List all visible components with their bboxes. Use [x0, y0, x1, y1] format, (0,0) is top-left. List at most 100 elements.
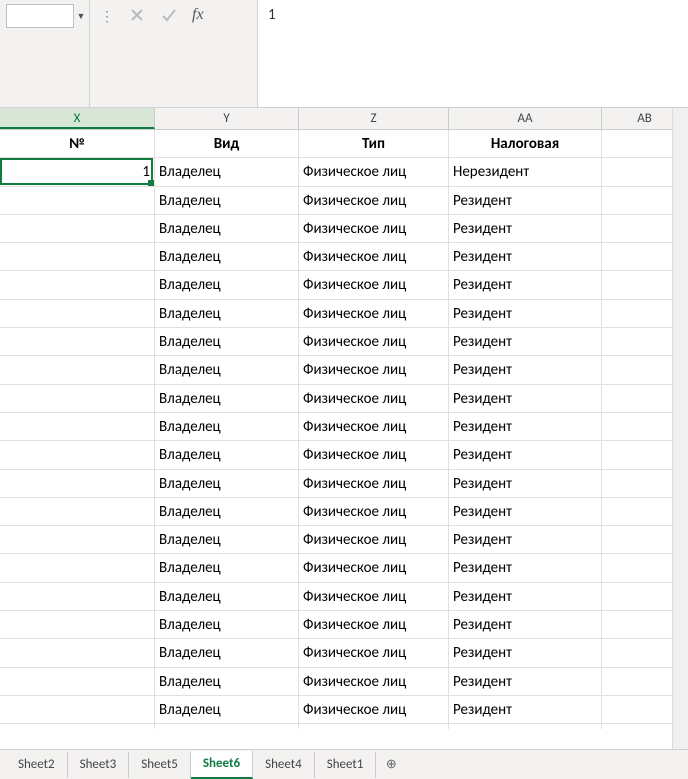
fx-button[interactable]: fx [192, 6, 204, 24]
cell-y[interactable]: Владелец [155, 187, 299, 214]
cell-z[interactable]: Физическое лиц [299, 385, 449, 412]
cell-z[interactable]: Физическое лиц [299, 356, 449, 383]
new-sheet-button[interactable]: ⊕ [376, 757, 406, 772]
enter-formula-icon[interactable] [160, 6, 178, 24]
header-cell-x[interactable]: № [0, 130, 155, 157]
cell-x[interactable] [0, 356, 155, 383]
cancel-formula-icon[interactable] [128, 6, 146, 24]
cell-y[interactable]: Владелец [155, 526, 299, 553]
cell-z[interactable]: Физическое лиц [299, 696, 449, 723]
cell-aa[interactable]: Резидент [449, 215, 602, 242]
cell-aa[interactable]: Резидент [449, 526, 602, 553]
cell-y[interactable]: Владелец [155, 271, 299, 298]
cell-aa[interactable]: Резидент [449, 300, 602, 327]
name-box-input[interactable] [6, 4, 74, 28]
cell-aa[interactable]: Нерезидент [449, 158, 602, 185]
cell-aa[interactable]: Резидент [449, 328, 602, 355]
cell-x[interactable] [0, 724, 155, 729]
cell-z[interactable]: Физическое лиц [299, 724, 449, 729]
cell-aa[interactable]: Резидент [449, 611, 602, 638]
sheet-tab-sheet2[interactable]: Sheet2 [6, 752, 68, 778]
cell-y[interactable]: Владелец [155, 243, 299, 270]
cell-y[interactable]: Владелец [155, 356, 299, 383]
header-cell-z[interactable]: Тип [299, 130, 449, 157]
cell-z[interactable]: Физическое лиц [299, 215, 449, 242]
cell-x[interactable] [0, 470, 155, 497]
cell-z[interactable]: Физическое лиц [299, 611, 449, 638]
header-cell-y[interactable]: Вид [155, 130, 299, 157]
cell-x[interactable] [0, 611, 155, 638]
cell-aa[interactable]: Резидент [449, 583, 602, 610]
cell-y[interactable]: Владелец [155, 413, 299, 440]
cell-y[interactable]: Владелец [155, 639, 299, 666]
cell-aa[interactable]: Резидент [449, 639, 602, 666]
cell-x[interactable] [0, 300, 155, 327]
header-cell-aa[interactable]: Налоговая [449, 130, 602, 157]
column-header-y[interactable]: Y [155, 108, 299, 129]
cell-aa[interactable]: Резидент [449, 356, 602, 383]
cell-x[interactable] [0, 639, 155, 666]
cell-aa[interactable]: Резидент [449, 724, 602, 729]
cell-aa[interactable]: Резидент [449, 413, 602, 440]
cell-aa[interactable]: Резидент [449, 385, 602, 412]
cell-aa[interactable]: Резидент [449, 554, 602, 581]
cell-z[interactable]: Физическое лиц [299, 300, 449, 327]
vertical-scrollbar[interactable] [672, 108, 688, 749]
cell-x[interactable] [0, 498, 155, 525]
cell-z[interactable]: Физическое лиц [299, 158, 449, 185]
cell-aa[interactable]: Резидент [449, 271, 602, 298]
column-header-aa[interactable]: AA [449, 108, 602, 129]
cell-aa[interactable]: Резидент [449, 243, 602, 270]
cell-z[interactable]: Физическое лиц [299, 271, 449, 298]
cell-x[interactable] [0, 271, 155, 298]
cell-x[interactable] [0, 215, 155, 242]
cell-y[interactable]: Владелец [155, 724, 299, 729]
cell-x[interactable] [0, 554, 155, 581]
cell-x[interactable] [0, 526, 155, 553]
cell-x[interactable] [0, 696, 155, 723]
cell-aa[interactable]: Резидент [449, 187, 602, 214]
cell-aa[interactable]: Резидент [449, 498, 602, 525]
cell-x[interactable] [0, 668, 155, 695]
cell-y[interactable]: Владелец [155, 583, 299, 610]
cell-z[interactable]: Физическое лиц [299, 526, 449, 553]
cell-z[interactable]: Физическое лиц [299, 441, 449, 468]
cell-x[interactable] [0, 328, 155, 355]
cell-x[interactable] [0, 243, 155, 270]
cell-x[interactable] [0, 187, 155, 214]
cell-x[interactable] [0, 413, 155, 440]
cell-y[interactable]: Владелец [155, 158, 299, 185]
formula-bar-menu-icon[interactable]: ⋮ [100, 6, 114, 25]
cell-aa[interactable]: Резидент [449, 668, 602, 695]
cell-z[interactable]: Физическое лиц [299, 668, 449, 695]
column-header-x[interactable]: X [0, 108, 155, 129]
sheet-tab-sheet3[interactable]: Sheet3 [68, 752, 130, 778]
cell-y[interactable]: Владелец [155, 328, 299, 355]
cell-x[interactable] [0, 441, 155, 468]
cell-y[interactable]: Владелец [155, 470, 299, 497]
name-box-dropdown[interactable]: ▼ [74, 4, 88, 28]
cell-aa[interactable]: Резидент [449, 441, 602, 468]
cell-z[interactable]: Физическое лиц [299, 583, 449, 610]
cell-y[interactable]: Владелец [155, 300, 299, 327]
sheet-tab-sheet1[interactable]: Sheet1 [315, 752, 377, 778]
cell-y[interactable]: Владелец [155, 668, 299, 695]
cell-y[interactable]: Владелец [155, 554, 299, 581]
formula-input[interactable]: 1 [258, 0, 688, 107]
cell-y[interactable]: Владелец [155, 441, 299, 468]
column-header-z[interactable]: Z [299, 108, 449, 129]
cell-x[interactable]: 1 [0, 158, 155, 185]
cell-z[interactable]: Физическое лиц [299, 328, 449, 355]
cell-x[interactable] [0, 385, 155, 412]
cell-z[interactable]: Физическое лиц [299, 187, 449, 214]
cell-z[interactable]: Физическое лиц [299, 413, 449, 440]
cell-y[interactable]: Владелец [155, 696, 299, 723]
cell-z[interactable]: Физическое лиц [299, 554, 449, 581]
sheet-tab-sheet5[interactable]: Sheet5 [129, 752, 191, 778]
sheet-tab-sheet4[interactable]: Sheet4 [253, 752, 315, 778]
cell-y[interactable]: Владелец [155, 498, 299, 525]
cell-z[interactable]: Физическое лиц [299, 470, 449, 497]
cell-aa[interactable]: Резидент [449, 696, 602, 723]
cell-y[interactable]: Владелец [155, 385, 299, 412]
cell-x[interactable] [0, 583, 155, 610]
